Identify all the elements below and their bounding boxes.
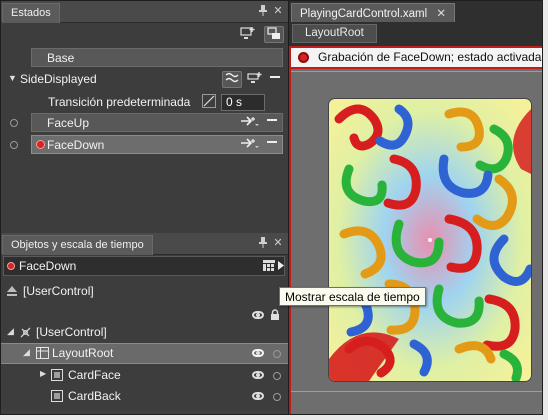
tree-item-usercontrol[interactable]: ◢ [UserControl] <box>1 322 288 343</box>
close-icon[interactable]: ✕ <box>272 5 284 17</box>
tree-item-cardback[interactable]: CardBack <box>1 386 288 407</box>
state-label: FaceDown <box>47 138 105 152</box>
easing-curve-icon[interactable] <box>202 94 216 108</box>
left-panel: Estados ✕ Base ▼ SideDisplayed Transició… <box>1 1 288 414</box>
expand-triangle-icon[interactable]: ◢ <box>7 326 14 337</box>
expand-triangle-icon[interactable]: ▶ <box>40 369 46 378</box>
pin-icon[interactable] <box>257 237 269 249</box>
bottom-guide-line <box>291 391 542 392</box>
base-state-box[interactable]: Base <box>31 48 283 67</box>
grid-icon <box>36 347 49 359</box>
pin-icon[interactable] <box>257 5 269 17</box>
tree-item-label: LayoutRoot <box>52 346 114 360</box>
top-guide-line <box>291 71 542 72</box>
recording-status-bar: Grabación de FaceDown; estado activada <box>289 46 542 69</box>
visibility-header-icon[interactable] <box>252 311 264 319</box>
expand-triangle-icon[interactable]: ▼ <box>8 73 17 83</box>
add-state-icon[interactable] <box>245 71 265 88</box>
canvas-icon <box>51 390 63 402</box>
states-panel-header: Estados ✕ <box>1 1 288 23</box>
states-panel-tab[interactable]: Estados <box>2 3 60 23</box>
visibility-eye-icon[interactable] <box>252 392 264 400</box>
visibility-eye-icon[interactable] <box>252 371 264 379</box>
objects-panel-header: Objetos y escala de tiempo ✕ <box>1 233 288 255</box>
base-state-label: Base <box>47 51 75 65</box>
tree-item-layoutroot[interactable]: ◢ LayoutRoot <box>1 343 288 364</box>
tree-item-label: [UserControl] <box>36 325 107 339</box>
window-frame: Estados ✕ Base ▼ SideDisplayed Transició… <box>0 0 543 415</box>
breadcrumb[interactable]: LayoutRoot <box>292 24 377 43</box>
show-timeline-arrow-icon[interactable] <box>277 260 285 271</box>
state-label: FaceUp <box>47 116 90 130</box>
visibility-eye-icon[interactable] <box>252 349 264 357</box>
canvas-icon <box>51 369 63 381</box>
state-group-name: SideDisplayed <box>20 72 97 86</box>
recording-indicator-icon <box>7 262 15 270</box>
add-transition-icon[interactable] <box>240 114 260 131</box>
objects-panel-tab[interactable]: Objetos y escala de tiempo <box>2 235 153 255</box>
base-state-row[interactable]: Base <box>1 47 288 68</box>
scope-row[interactable]: [UserControl] <box>1 281 288 302</box>
default-transition-label: Transición predeterminada <box>48 95 191 109</box>
close-tab-icon[interactable]: ✕ <box>436 8 446 20</box>
lock-toggle-circle[interactable] <box>273 372 281 380</box>
tree-item-label: CardFace <box>68 368 121 382</box>
recording-status-text: Grabación de FaceDown; estado activada <box>318 50 542 64</box>
document-tab[interactable]: PlayingCardControl.xaml ✕ <box>291 3 456 22</box>
close-icon[interactable]: ✕ <box>272 237 284 249</box>
state-box-faceup[interactable]: FaceUp <box>31 113 283 132</box>
scope-label: [UserControl] <box>23 284 94 298</box>
state-row-faceup[interactable]: FaceUp <box>1 112 288 133</box>
current-storyboard-bar[interactable]: FaceDown <box>3 256 285 276</box>
usercontrol-icon <box>19 326 32 339</box>
remove-state-icon[interactable] <box>262 136 282 153</box>
state-box-facedown[interactable]: FaceDown <box>31 135 283 154</box>
recording-indicator-icon[interactable] <box>298 52 309 63</box>
scope-up-icon[interactable] <box>6 285 18 297</box>
document-tab-label: PlayingCardControl.xaml <box>300 8 428 20</box>
add-transition-icon[interactable] <box>240 136 260 153</box>
state-group-row[interactable]: ▼ SideDisplayed <box>1 69 288 90</box>
transition-duration-input[interactable]: 0 s <box>221 94 265 111</box>
design-canvas[interactable] <box>289 69 542 414</box>
easing-function-button[interactable] <box>222 71 242 88</box>
state-row-facedown[interactable]: FaceDown <box>1 134 288 155</box>
expand-triangle-icon[interactable]: ◢ <box>23 347 30 358</box>
remove-state-icon[interactable] <box>262 114 282 131</box>
timeline-view-icon[interactable] <box>263 260 275 271</box>
tooltip: Mostrar escala de tiempo <box>279 287 426 306</box>
default-transition-row: Transición predeterminada 0 s <box>1 91 288 112</box>
tree-item-label: CardBack <box>68 389 121 403</box>
document-panel: PlayingCardControl.xaml ✕ LayoutRoot Gra… <box>288 1 542 414</box>
current-state-label: FaceDown <box>19 259 77 273</box>
remove-group-icon[interactable] <box>265 71 285 88</box>
record-toggle-circle[interactable] <box>10 141 18 149</box>
lock-header-icon[interactable] <box>270 309 280 320</box>
tree-item-cardface[interactable]: ▶ CardFace <box>1 365 288 386</box>
toggle-transition-preview-button[interactable] <box>264 26 284 43</box>
card-back-artwork[interactable] <box>329 99 531 381</box>
recording-indicator-icon <box>36 140 45 149</box>
record-toggle-circle[interactable] <box>10 119 18 127</box>
add-state-group-icon[interactable] <box>238 26 258 43</box>
lock-toggle-circle[interactable] <box>273 350 281 358</box>
lock-toggle-circle[interactable] <box>273 393 281 401</box>
